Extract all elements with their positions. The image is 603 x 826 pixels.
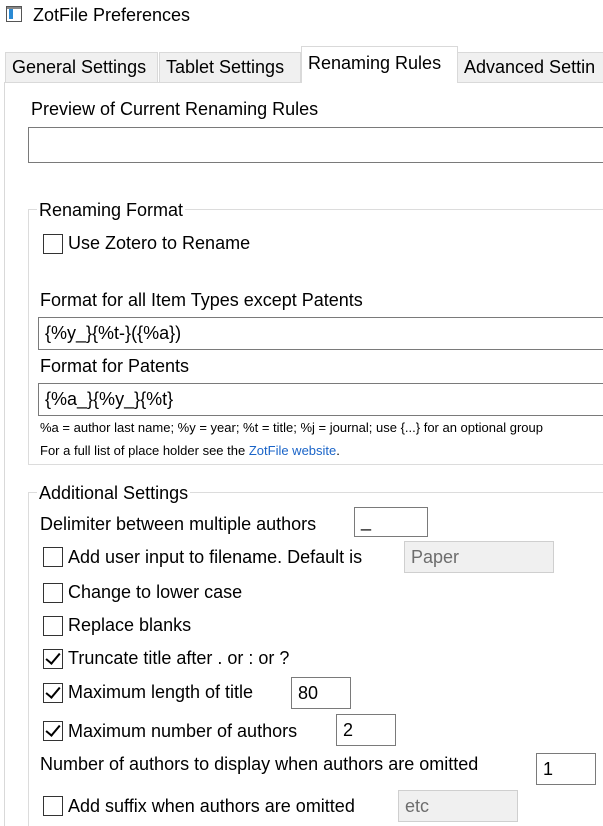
check-mark-icon (45, 721, 61, 737)
max-title-length-input[interactable]: 80 (291, 677, 351, 709)
tab-strip: General Settings Tablet Settings Renamin… (0, 46, 603, 83)
additional-settings-title: Additional Settings (37, 482, 191, 504)
replace-blanks-checkbox[interactable] (43, 616, 63, 636)
max-title-length-checkbox[interactable] (43, 683, 63, 703)
renaming-format-title: Renaming Format (37, 199, 186, 221)
placeholder-help-text: %a = author last name; %y = year; %t = t… (40, 420, 543, 435)
tab-advanced-settings[interactable]: Advanced Settin (457, 52, 603, 82)
preview-label: Preview of Current Renaming Rules (31, 99, 319, 119)
use-zotero-checkbox[interactable] (43, 234, 63, 254)
tab-renaming-rules[interactable]: Renaming Rules (301, 46, 458, 83)
user-input-label: Add user input to filename. Default is (68, 547, 363, 567)
replace-blanks-label: Replace blanks (68, 615, 192, 635)
window-title: ZotFile Preferences (33, 5, 191, 25)
app-icon (6, 6, 22, 22)
format-all-input[interactable]: {%y_}{%t-}({%a}) (38, 317, 603, 350)
suffix-input: etc (398, 790, 518, 822)
tab-general-settings[interactable]: General Settings (5, 52, 158, 82)
authors-display-label: Number of authors to display when author… (40, 754, 479, 774)
title-bar: ZotFile Preferences (0, 0, 603, 30)
truncate-title-checkbox[interactable] (43, 649, 63, 669)
authors-display-input[interactable]: 1 (536, 753, 596, 785)
format-all-label: Format for all Item Types except Patents (40, 290, 363, 310)
user-input-checkbox[interactable] (43, 547, 63, 567)
max-authors-label: Maximum number of authors (68, 721, 298, 741)
max-authors-checkbox[interactable] (43, 721, 63, 741)
format-patents-input[interactable]: {%a_}{%y_}{%t} (38, 383, 603, 416)
truncate-title-label: Truncate title after . or : or ? (68, 648, 290, 668)
add-suffix-checkbox[interactable] (43, 796, 63, 816)
zotfile-website-link[interactable]: ZotFile website (249, 443, 336, 458)
delimiter-input[interactable]: _ (354, 507, 428, 537)
full-list-prefix: For a full list of place holder see the (40, 443, 249, 458)
full-list-suffix: . (336, 443, 340, 458)
lower-case-label: Change to lower case (68, 582, 243, 602)
add-suffix-label: Add suffix when authors are omitted (68, 796, 355, 816)
check-mark-icon (45, 683, 61, 699)
preferences-window: ZotFile Preferences General Settings Tab… (0, 0, 603, 826)
check-mark-icon (45, 649, 61, 665)
max-authors-input[interactable]: 2 (336, 714, 396, 746)
tab-tablet-settings[interactable]: Tablet Settings (159, 52, 301, 82)
format-patents-label: Format for Patents (40, 356, 190, 376)
delimiter-label: Delimiter between multiple authors (40, 514, 317, 534)
preview-field (28, 127, 603, 163)
max-title-length-label: Maximum length of title (68, 682, 254, 702)
full-list-help-text: For a full list of place holder see the … (40, 443, 340, 459)
user-input-default-field: Paper (404, 541, 554, 573)
lower-case-checkbox[interactable] (43, 583, 63, 603)
use-zotero-label: Use Zotero to Rename (68, 233, 251, 253)
